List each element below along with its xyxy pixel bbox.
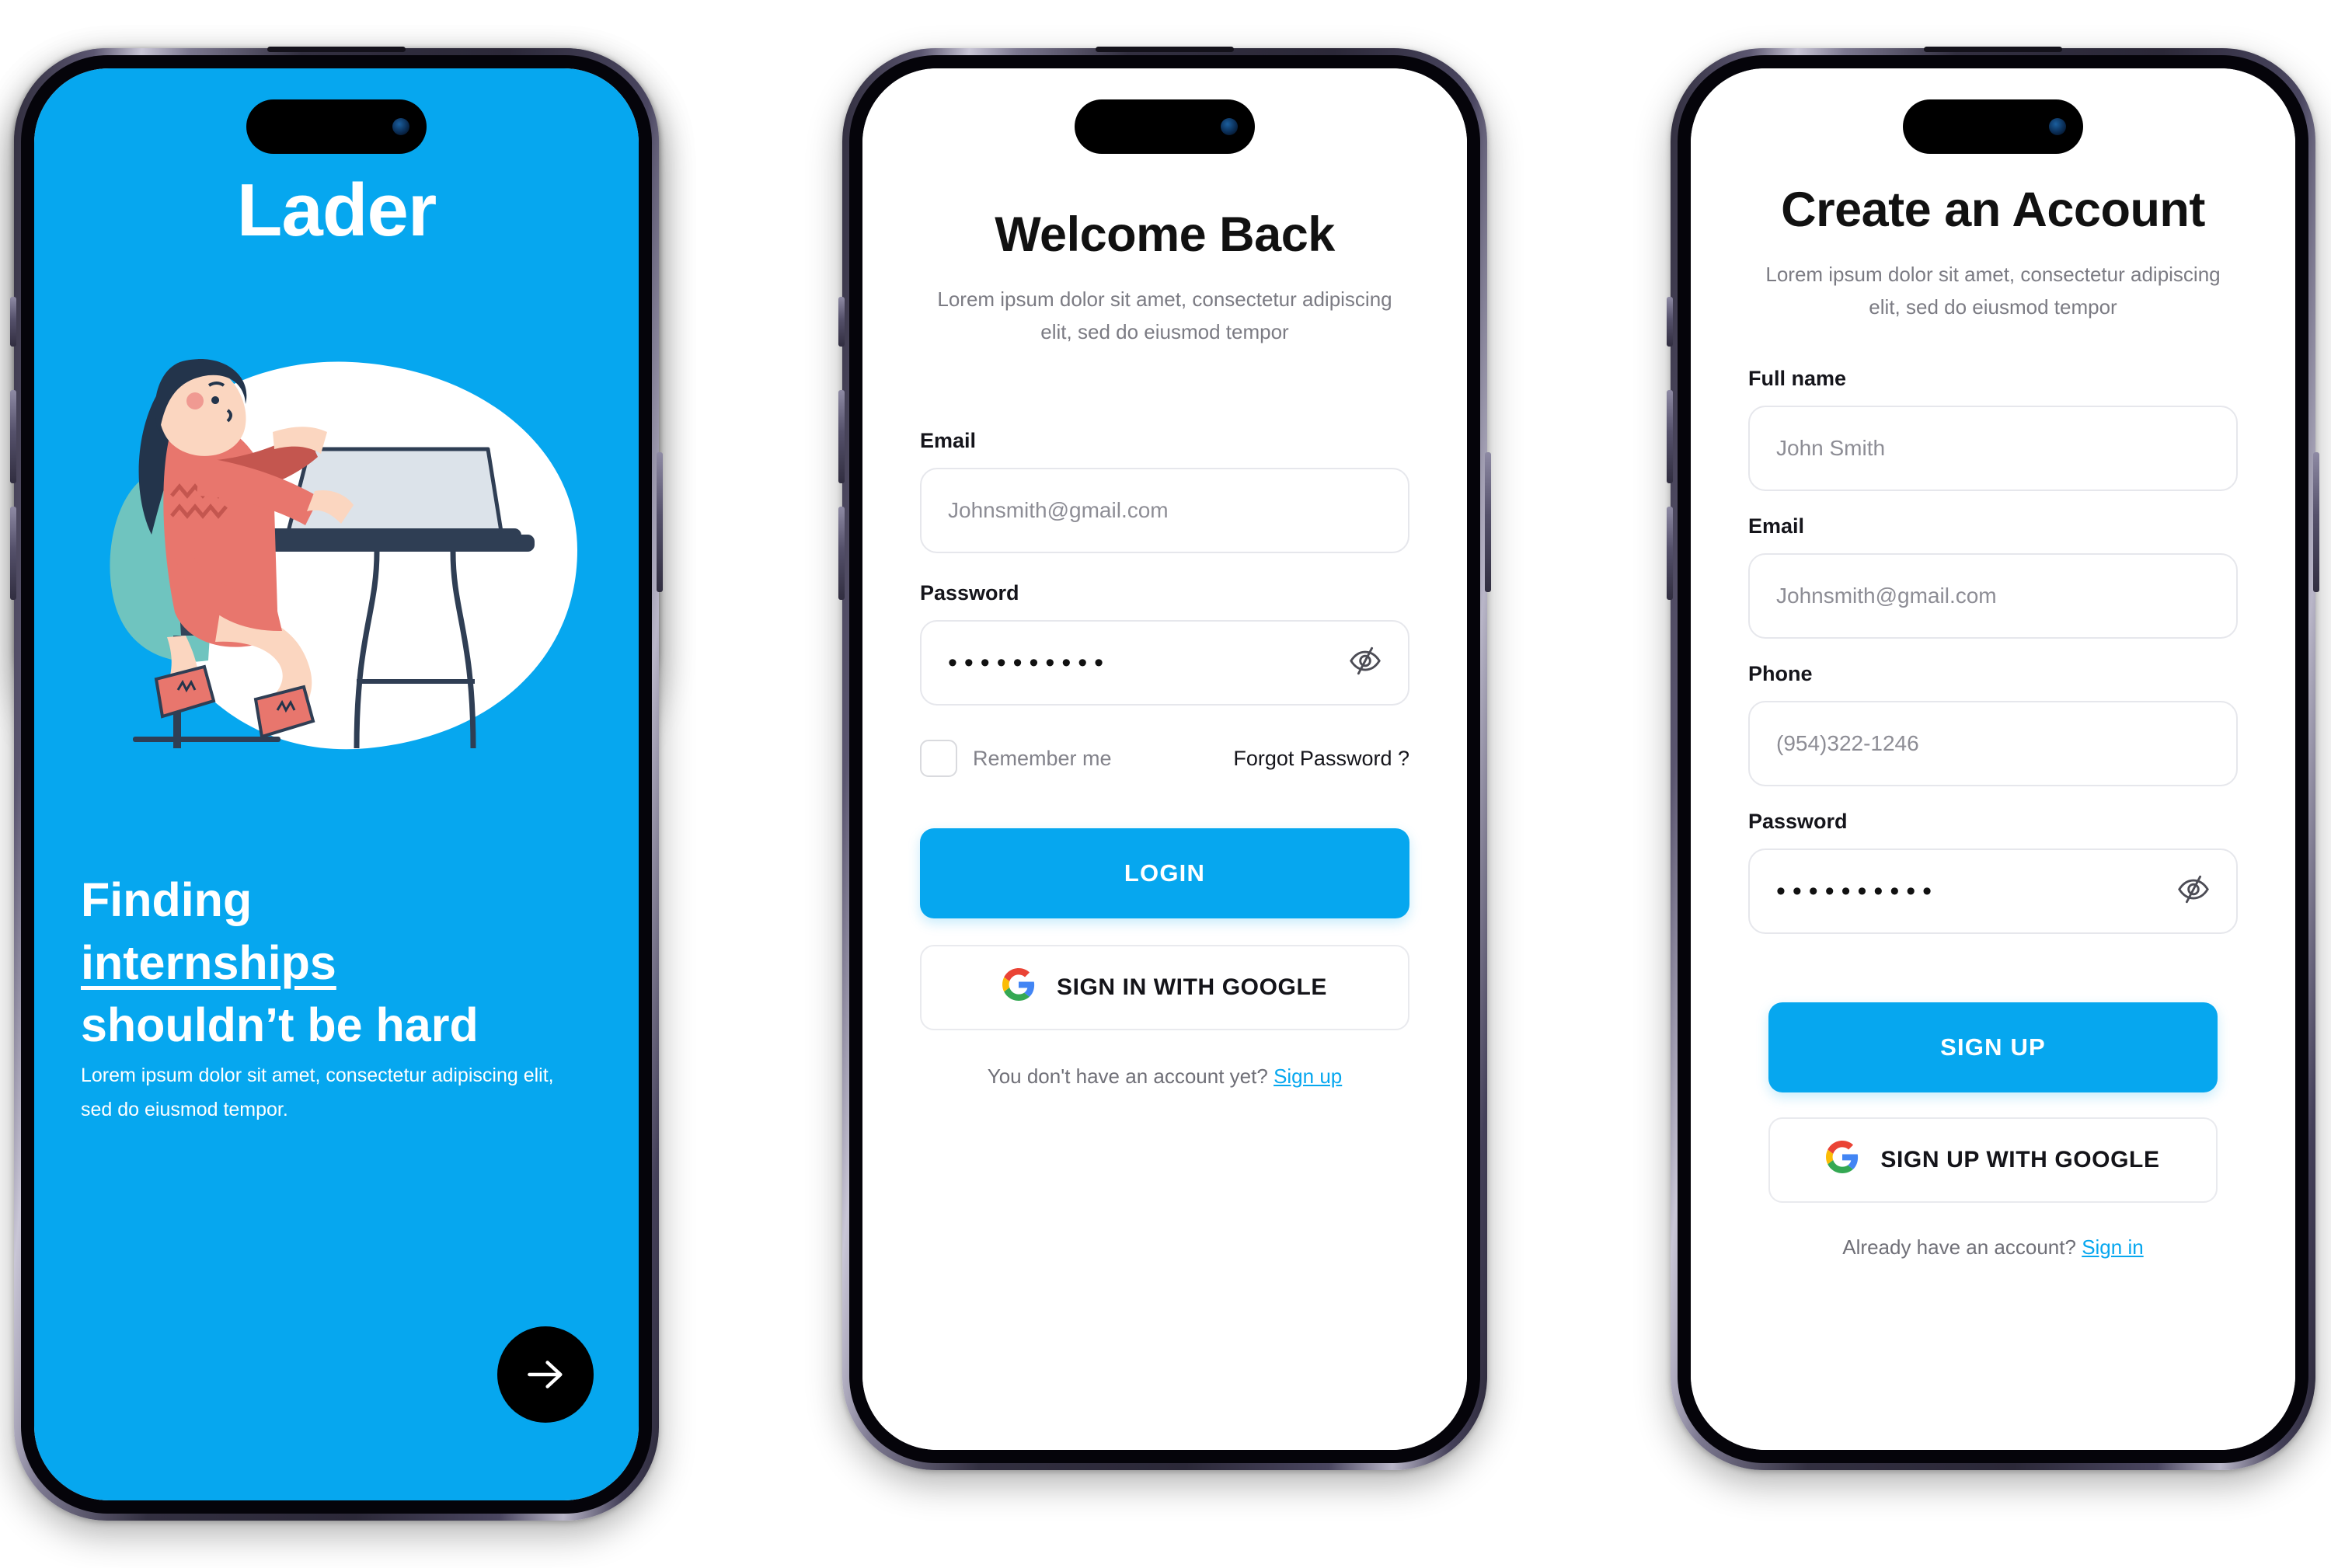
login-password-label: Password [920, 581, 1019, 605]
volume-up-button-2[interactable] [838, 390, 845, 483]
signup-fullname-value: John Smith [1776, 436, 1886, 461]
screen-login: Welcome Back Lorem ipsum dolor sit amet,… [862, 68, 1467, 1450]
mute-switch[interactable] [10, 297, 16, 347]
arrow-right-icon [528, 1361, 563, 1389]
signup-body: Create an Account Lorem ipsum dolor sit … [1691, 68, 2295, 1450]
signup-title: Create an Account [1781, 183, 2205, 237]
power-button-3[interactable] [2313, 452, 2319, 592]
login-subtitle: Lorem ipsum dolor sit amet, consectetur … [937, 287, 1392, 344]
signup-email-label: Email [1748, 514, 1805, 538]
signup-link[interactable]: Sign up [1274, 1064, 1342, 1088]
signup-phone-input[interactable]: (954)322-1246 [1748, 701, 2238, 787]
remember-me-group[interactable]: Remember me [920, 740, 1112, 778]
remember-me-label: Remember me [973, 746, 1112, 770]
login-password-input[interactable]: •••••••••• [920, 620, 1409, 706]
front-camera-icon-3 [2049, 118, 2066, 135]
screenshot-canvas: Lader Finding internships shouldn’t be h… [0, 0, 2331, 1568]
phone-bezel-3: Create an Account Lorem ipsum dolor sit … [1678, 47, 2308, 1463]
login-title: Welcome Back [995, 207, 1335, 262]
headline-line-3: shouldn’t be hard [81, 998, 479, 1052]
remember-me-checkbox[interactable] [920, 740, 957, 778]
signup-subtitle: Lorem ipsum dolor sit amet, consectetur … [1765, 263, 2221, 319]
screen-onboarding: Lader Finding internships shouldn’t be h… [34, 68, 639, 1500]
volume-down-button-2[interactable] [838, 507, 845, 600]
signup-footer: Already have an account? Sign in [1748, 1235, 2238, 1260]
phone-bezel-1: Lader Finding internships shouldn’t be h… [21, 47, 652, 1514]
earpiece-speaker-3 [1924, 47, 2062, 52]
signup-fullname-input[interactable]: John Smith [1748, 406, 2238, 492]
google-g-icon-signup [1826, 1141, 1859, 1179]
power-button[interactable] [657, 452, 663, 592]
signup-phone-group: Phone (954)322-1246 [1748, 662, 2238, 787]
signup-email-value: Johnsmith@gmail.com [1776, 584, 1997, 608]
signup-button[interactable]: SIGN UP [1768, 1002, 2218, 1093]
signup-password-group: Password •••••••••• [1748, 810, 2238, 935]
google-signin-label: SIGN IN WITH GOOGLE [1056, 974, 1328, 1001]
signup-fullname-group: Full name John Smith [1748, 367, 2238, 492]
onboarding-headline: Finding internships shouldn’t be hard [81, 869, 600, 1057]
earpiece-speaker-2 [1096, 47, 1234, 52]
phone-frame-1: Lader Finding internships shouldn’t be h… [10, 47, 663, 1521]
login-footer: You don't have an account yet? Sign up [920, 1064, 1409, 1089]
phone-frame-2: Welcome Back Lorem ipsum dolor sit amet,… [838, 47, 1491, 1470]
google-signin-button[interactable]: SIGN IN WITH GOOGLE [920, 945, 1409, 1031]
signup-password-label: Password [1748, 810, 1848, 834]
signup-password-value: •••••••••• [1776, 876, 1939, 906]
google-signup-label: SIGN UP WITH GOOGLE [1880, 1147, 2160, 1173]
volume-down-button-3[interactable] [1667, 507, 1673, 600]
signup-footer-text: Already have an account? [1842, 1235, 2076, 1260]
dynamic-island-3 [1903, 99, 2083, 154]
signup-phone-label: Phone [1748, 662, 1813, 686]
login-email-group: Email Johnsmith@gmail.com [920, 429, 1409, 554]
volume-up-button[interactable] [10, 390, 16, 483]
dynamic-island-2 [1075, 99, 1255, 154]
phone-frame-3: Create an Account Lorem ipsum dolor sit … [1667, 47, 2319, 1470]
volume-up-button-3[interactable] [1667, 390, 1673, 483]
login-email-value: Johnsmith@gmail.com [948, 498, 1169, 523]
forgot-password-link[interactable]: Forgot Password ? [1233, 747, 1409, 771]
google-g-icon [1002, 968, 1035, 1007]
volume-down-button[interactable] [10, 507, 16, 600]
signin-link[interactable]: Sign in [2082, 1235, 2144, 1259]
onboarding-subtext: Lorem ipsum dolor sit amet, consectetur … [81, 1064, 554, 1120]
login-email-label: Email [920, 429, 977, 453]
login-options-row: Remember me Forgot Password ? [920, 740, 1409, 778]
signup-email-input[interactable]: Johnsmith@gmail.com [1748, 553, 2238, 639]
screen-signup: Create an Account Lorem ipsum dolor sit … [1691, 68, 2295, 1450]
mute-switch-3[interactable] [1667, 297, 1673, 347]
onboarding-body: Lader Finding internships shouldn’t be h… [34, 68, 639, 1500]
front-camera-icon [392, 118, 409, 135]
onboarding-illustration [34, 301, 639, 783]
phone-bezel-2: Welcome Back Lorem ipsum dolor sit amet,… [849, 47, 1480, 1463]
signup-phone-value: (954)322-1246 [1776, 731, 1919, 756]
front-camera-icon-2 [1221, 118, 1238, 135]
mute-switch-2[interactable] [838, 297, 845, 347]
app-logo: Lader [236, 169, 437, 252]
google-signup-button[interactable]: SIGN UP WITH GOOGLE [1768, 1117, 2218, 1204]
login-email-input[interactable]: Johnsmith@gmail.com [920, 468, 1409, 554]
power-button-2[interactable] [1485, 452, 1491, 592]
eye-slash-icon-signup[interactable] [2176, 872, 2211, 911]
eye-slash-icon[interactable] [1347, 643, 1383, 683]
signup-email-group: Email Johnsmith@gmail.com [1748, 514, 2238, 639]
signup-password-input[interactable]: •••••••••• [1748, 848, 2238, 935]
login-password-value: •••••••••• [948, 647, 1111, 678]
login-footer-text: You don't have an account yet? [987, 1064, 1268, 1089]
login-password-group: Password •••••••••• [920, 581, 1409, 706]
login-button[interactable]: LOGIN [920, 828, 1409, 919]
headline-line-2: internships [81, 936, 336, 989]
earpiece-speaker [267, 47, 406, 52]
headline-line-1: Finding [81, 873, 253, 926]
login-body: Welcome Back Lorem ipsum dolor sit amet,… [862, 68, 1467, 1450]
signup-fullname-label: Full name [1748, 367, 1847, 391]
dynamic-island [246, 99, 427, 154]
next-button[interactable] [497, 1326, 594, 1423]
